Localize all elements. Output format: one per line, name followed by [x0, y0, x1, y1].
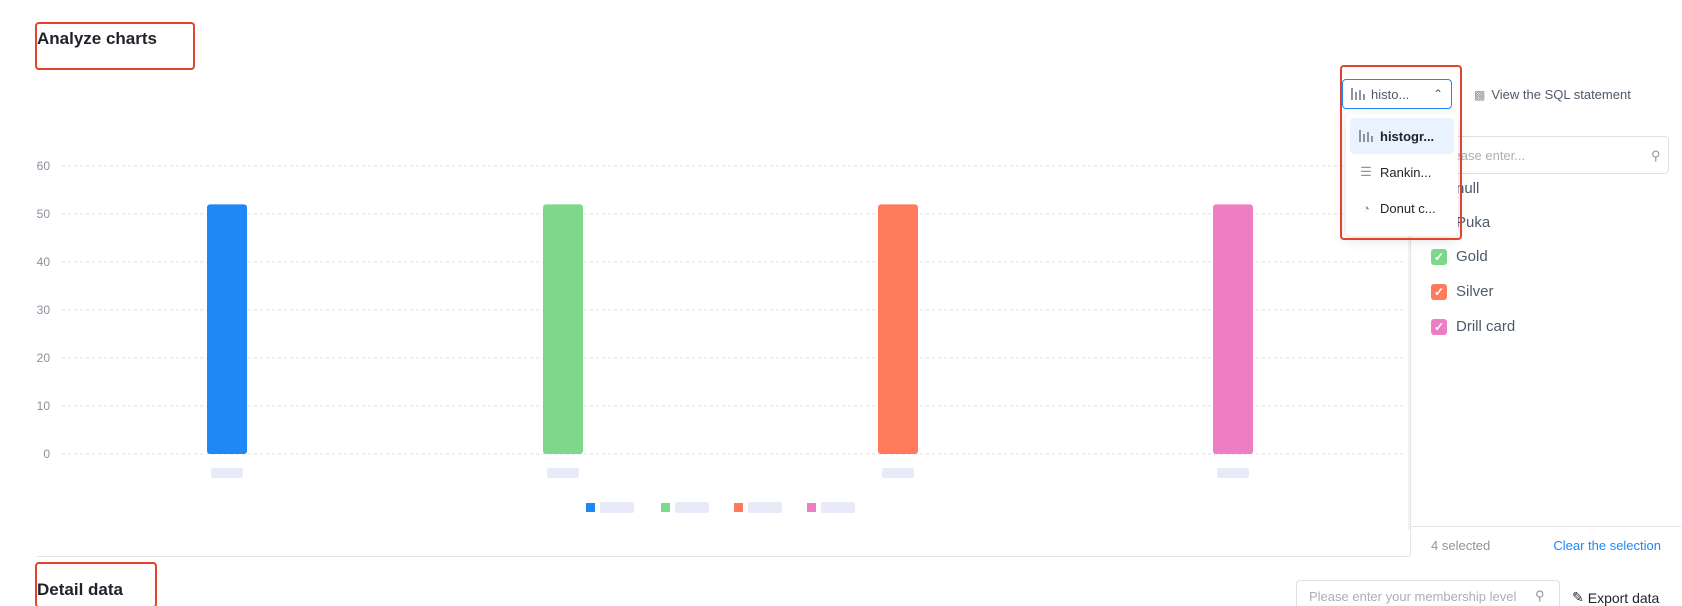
- sql-file-icon: ▩: [1474, 87, 1486, 102]
- y-tick-label: 0: [43, 447, 50, 461]
- x-tick-label-placeholder: [882, 468, 914, 478]
- export-icon: ✎: [1572, 589, 1584, 605]
- x-tick-label-placeholder: [1217, 468, 1249, 478]
- bar-chart-svg: 0 10 20 30 40 50 60: [37, 120, 1410, 530]
- selected-count: 4 selected: [1431, 538, 1491, 553]
- y-tick-label: 30: [37, 303, 51, 317]
- legend-swatch[interactable]: [661, 503, 670, 512]
- checkbox-checked[interactable]: ✓: [1431, 318, 1447, 335]
- export-label: Export data: [1587, 589, 1660, 606]
- highlight-box-chart-type: [1340, 65, 1462, 240]
- filter-search-input[interactable]: [1429, 136, 1669, 174]
- bar[interactable]: [1213, 204, 1253, 454]
- filter-item-label: Gold: [1456, 248, 1488, 265]
- checkbox-checked[interactable]: ✓: [1431, 248, 1447, 265]
- y-tick-label: 10: [37, 399, 51, 413]
- x-tick-label-placeholder: [547, 468, 579, 478]
- bar[interactable]: [878, 204, 918, 454]
- section-divider: [37, 556, 1410, 557]
- y-tick-label: 20: [37, 351, 51, 365]
- filter-item-drill-card[interactable]: ✓ Drill card: [1431, 318, 1515, 335]
- bar[interactable]: [207, 204, 247, 454]
- checkbox-checked[interactable]: ✓: [1431, 283, 1447, 300]
- legend-swatch[interactable]: [807, 503, 816, 512]
- legend-label-placeholder: [600, 502, 634, 513]
- filter-item-label: Drill card: [1456, 318, 1516, 335]
- bar-chart: 0 10 20 30 40 50 60: [0, 100, 1410, 530]
- x-tick-label-placeholder: [211, 468, 243, 478]
- highlight-box-detail-title: [35, 562, 157, 606]
- legend-swatch[interactable]: [586, 503, 595, 512]
- membership-level-search-input[interactable]: [1296, 580, 1560, 606]
- y-tick-label: 60: [37, 159, 51, 173]
- search-icon[interactable]: ⚲: [1651, 148, 1661, 164]
- filter-item-label: Silver: [1456, 283, 1494, 300]
- filter-item-silver[interactable]: ✓ Silver: [1431, 283, 1494, 300]
- filter-footer: 4 selected Clear the selection: [1411, 526, 1681, 556]
- bar[interactable]: [543, 204, 583, 454]
- legend-swatch[interactable]: [734, 503, 743, 512]
- export-data-button[interactable]: ✎ Export data: [1572, 589, 1659, 606]
- view-sql-link[interactable]: ▩ View the SQL statement: [1474, 87, 1631, 102]
- filter-item-gold[interactable]: ✓ Gold: [1431, 248, 1488, 265]
- legend-label-placeholder: [821, 502, 855, 513]
- legend-label-placeholder: [675, 502, 709, 513]
- highlight-box-analyze-title: [35, 22, 195, 70]
- search-icon[interactable]: ⚲: [1535, 588, 1545, 604]
- y-tick-label: 50: [37, 207, 51, 221]
- clear-selection-link[interactable]: Clear the selection: [1553, 538, 1661, 553]
- y-tick-label: 40: [37, 255, 51, 269]
- view-sql-label: View the SQL statement: [1491, 87, 1631, 102]
- legend-label-placeholder: [748, 502, 782, 513]
